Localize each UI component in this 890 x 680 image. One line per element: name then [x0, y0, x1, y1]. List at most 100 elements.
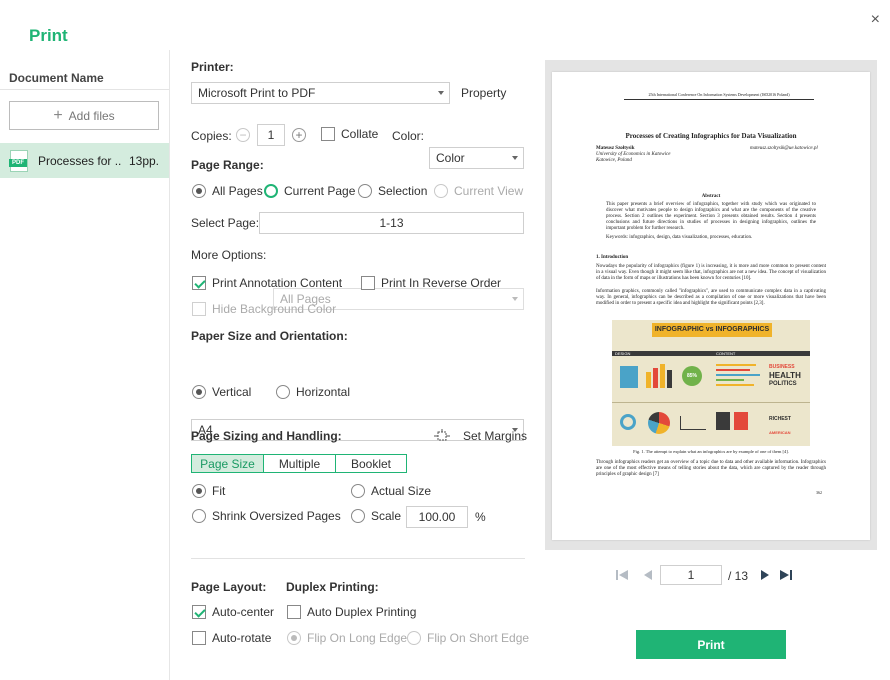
add-files-button[interactable]: + Add files: [9, 101, 159, 130]
print-button[interactable]: Print: [636, 630, 786, 659]
infographic-figure: INFOGRAPHIC vs INFOGRAPHICS DESIGN CONTE…: [612, 320, 810, 446]
radio-flip-long-dot[interactable]: [287, 631, 301, 645]
chevron-down-icon: [438, 91, 444, 95]
radio-all-pages-dot[interactable]: [192, 184, 206, 198]
scale-percent-label: %: [475, 510, 486, 524]
page-city: Katowice, Poland: [596, 158, 632, 163]
sizing-tabs: Page Size Multiple Booklet: [191, 454, 407, 473]
last-page-icon[interactable]: [779, 569, 793, 584]
radio-vertical-dot[interactable]: [192, 385, 206, 399]
radio-flip-short-dot[interactable]: [407, 631, 421, 645]
hide-background-check[interactable]: [192, 302, 206, 316]
page-header: 25th International Conference On Informa…: [624, 92, 814, 100]
radio-horizontal[interactable]: Horizontal: [276, 385, 350, 399]
auto-rotate-check[interactable]: [192, 631, 206, 645]
radio-shrink-dot[interactable]: [192, 509, 206, 523]
tab-booklet[interactable]: Booklet: [336, 454, 407, 473]
close-icon[interactable]: ×: [871, 11, 880, 29]
radio-actual-size-dot[interactable]: [351, 484, 365, 498]
auto-center-label: Auto-center: [212, 605, 275, 619]
radio-actual-size[interactable]: Actual Size: [351, 484, 431, 498]
auto-duplex-check[interactable]: [287, 605, 301, 619]
print-annotation-label: Print Annotation Content: [212, 276, 343, 290]
set-margins-link[interactable]: Set Margins: [463, 429, 527, 443]
radio-current-page[interactable]: Current Page: [264, 184, 355, 198]
scale-input[interactable]: 100.00: [406, 506, 468, 528]
radio-scale[interactable]: Scale: [351, 509, 401, 523]
fit-label: Fit: [212, 484, 226, 498]
hide-background-checkbox[interactable]: Hide Background Color: [192, 302, 336, 316]
all-pages-label: All Pages: [212, 184, 263, 198]
flip-short-label: Flip On Short Edge: [427, 631, 530, 645]
page-email: mateusz.szoltysik@ue.katowice.pl: [750, 146, 818, 151]
auto-center-check[interactable]: [192, 605, 206, 619]
chevron-down-icon: [512, 156, 518, 160]
set-margins-icon[interactable]: [434, 429, 450, 443]
figure-politics: POLITICS: [769, 381, 797, 387]
duplex-printing-label: Duplex Printing:: [286, 580, 379, 594]
copies-input[interactable]: 1: [257, 124, 285, 146]
pdf-file-icon: PDF: [9, 149, 28, 172]
tab-page-size[interactable]: Page Size: [191, 454, 264, 473]
document-list-item[interactable]: PDF Processes for .. 13pp.: [0, 143, 169, 178]
plus-icon: +: [53, 106, 63, 124]
radio-all-pages[interactable]: All Pages: [192, 184, 263, 198]
current-page-input[interactable]: 1: [660, 565, 722, 585]
sidebar-divider: [0, 89, 169, 90]
section-divider: [191, 558, 525, 559]
document-name: Processes for ..: [38, 153, 122, 168]
radio-scale-dot[interactable]: [351, 509, 365, 523]
reverse-order-checkbox[interactable]: Print In Reverse Order: [361, 276, 501, 290]
radio-vertical[interactable]: Vertical: [192, 385, 251, 399]
page-title: Processes of Creating Infographics for D…: [625, 132, 797, 140]
collate-checkbox[interactable]: Collate: [321, 127, 378, 141]
page-figure-caption: Fig. 1. The attempt to explain what an i…: [633, 449, 789, 454]
copies-label: Copies:: [191, 129, 232, 143]
previous-page-icon[interactable]: [643, 569, 653, 584]
page-number: 362: [816, 490, 822, 495]
reverse-order-check[interactable]: [361, 276, 375, 290]
flip-long-label: Flip On Long Edge: [307, 631, 408, 645]
auto-center-checkbox[interactable]: Auto-center: [192, 605, 274, 619]
auto-duplex-checkbox[interactable]: Auto Duplex Printing: [287, 605, 416, 619]
page-paragraph-3: Through infographics readers get an over…: [596, 460, 826, 477]
radio-selection[interactable]: Selection: [358, 184, 427, 198]
color-select[interactable]: Color: [429, 147, 524, 169]
property-link[interactable]: Property: [461, 86, 506, 100]
pdf-icon-label: PDF: [9, 158, 27, 167]
radio-flip-short-edge[interactable]: Flip On Short Edge: [407, 631, 529, 645]
auto-rotate-checkbox[interactable]: Auto-rotate: [192, 631, 271, 645]
printer-selected: Microsoft Print to PDF: [198, 86, 316, 100]
page-sizing-label: Page Sizing and Handling:: [191, 429, 342, 443]
actual-size-label: Actual Size: [371, 484, 432, 498]
vertical-label: Vertical: [212, 385, 252, 399]
select-page-input[interactable]: 1-13: [259, 212, 524, 234]
radio-current-page-dot[interactable]: [264, 184, 278, 198]
figure-american: AMERICAN: [769, 430, 791, 435]
print-annotation-check[interactable]: [192, 276, 206, 290]
first-page-icon[interactable]: [615, 569, 629, 584]
radio-shrink-oversized[interactable]: Shrink Oversized Pages: [192, 509, 341, 523]
radio-selection-dot[interactable]: [358, 184, 372, 198]
printer-select[interactable]: Microsoft Print to PDF: [191, 82, 450, 104]
radio-fit[interactable]: Fit: [192, 484, 225, 498]
next-page-icon[interactable]: [760, 569, 770, 584]
paper-size-label: Paper Size and Orientation:: [191, 329, 348, 343]
decrease-copies-button[interactable]: −: [236, 128, 250, 142]
auto-rotate-label: Auto-rotate: [212, 631, 272, 645]
collate-check[interactable]: [321, 127, 335, 141]
page-intro-paragraph-2: Information graphics, commonly called "i…: [596, 289, 826, 306]
increase-copies-button[interactable]: +: [292, 128, 306, 142]
page-intro-heading: 1. Introduction: [596, 255, 629, 260]
page-layout-label: Page Layout:: [191, 580, 267, 594]
print-annotation-checkbox[interactable]: Print Annotation Content: [192, 276, 342, 290]
radio-flip-long-edge[interactable]: Flip On Long Edge: [287, 631, 407, 645]
more-options-label: More Options:: [191, 248, 267, 262]
radio-horizontal-dot[interactable]: [276, 385, 290, 399]
radio-fit-dot[interactable]: [192, 484, 206, 498]
tab-multiple[interactable]: Multiple: [264, 454, 336, 473]
radio-current-view[interactable]: Current View: [434, 184, 523, 198]
radio-current-view-dot[interactable]: [434, 184, 448, 198]
page-range-label: Page Range:: [191, 158, 264, 172]
printer-label: Printer:: [191, 60, 234, 74]
